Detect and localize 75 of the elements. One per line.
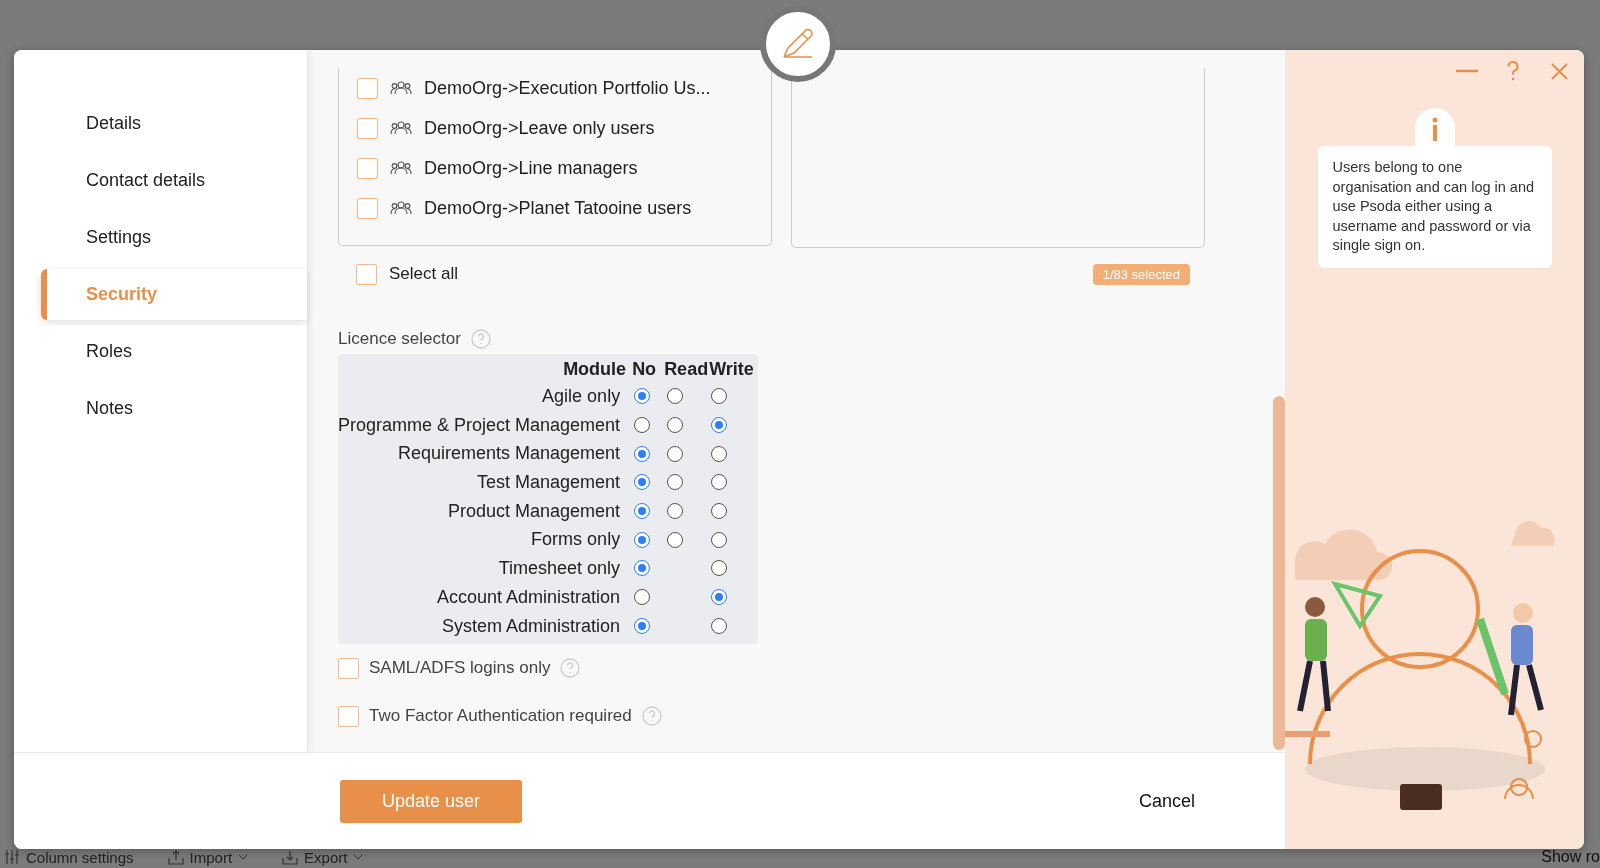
column-header: No bbox=[632, 357, 658, 381]
radio-button[interactable] bbox=[711, 560, 728, 577]
checkbox[interactable] bbox=[357, 157, 378, 179]
help-icon bbox=[1507, 61, 1519, 81]
radio-button[interactable] bbox=[667, 503, 684, 520]
chevron-down-icon bbox=[238, 854, 249, 860]
radio-button[interactable] bbox=[634, 503, 651, 520]
option-label: SAML/ADFS logins only bbox=[369, 658, 551, 679]
toolbar-button[interactable]: Import bbox=[189, 848, 233, 866]
module-name: Product Management bbox=[447, 499, 622, 523]
column-header: Module bbox=[562, 357, 628, 381]
radio-button[interactable] bbox=[667, 474, 684, 491]
column-header: Write bbox=[709, 357, 755, 381]
close-button[interactable] bbox=[1548, 60, 1570, 82]
module-name: Test Management bbox=[476, 471, 622, 495]
toolbar-button[interactable]: Export bbox=[304, 848, 348, 866]
radio-button[interactable] bbox=[634, 417, 651, 434]
radio-button[interactable] bbox=[667, 417, 684, 434]
checkbox[interactable] bbox=[357, 197, 378, 219]
radio-button[interactable] bbox=[634, 589, 651, 606]
radio-button[interactable] bbox=[634, 531, 651, 548]
show-rows-label: Show ro bbox=[1541, 848, 1600, 866]
users-icon bbox=[390, 201, 412, 215]
select-all-label: Select all bbox=[389, 264, 458, 284]
radio-button[interactable] bbox=[634, 388, 651, 405]
radio-button[interactable] bbox=[711, 589, 728, 606]
module-name: Forms only bbox=[530, 528, 622, 552]
group-name: DemoOrg->Execution Portfolio Us... bbox=[424, 77, 711, 99]
radio-button[interactable] bbox=[711, 503, 728, 520]
column-header: Read bbox=[664, 357, 709, 381]
download-icon[interactable] bbox=[282, 849, 299, 865]
chevron-down-icon bbox=[353, 854, 364, 860]
checkbox[interactable] bbox=[357, 117, 378, 139]
pencil-icon bbox=[781, 27, 815, 61]
module-name: Account Administration bbox=[436, 585, 622, 609]
module-name: Agile only bbox=[541, 385, 622, 408]
checkbox[interactable] bbox=[356, 263, 377, 285]
toolbar-button[interactable]: Column settings bbox=[26, 848, 134, 866]
info-text: Users belong to one organisation and can log in and use Psoda either using a username and password or via single sign on. bbox=[1317, 146, 1552, 268]
info-icon bbox=[1430, 117, 1439, 141]
upload-icon[interactable] bbox=[167, 849, 184, 865]
checkbox[interactable] bbox=[357, 77, 378, 99]
radio-button[interactable] bbox=[711, 474, 728, 491]
radio-button[interactable] bbox=[634, 560, 651, 577]
cancel-button[interactable]: Cancel bbox=[1132, 789, 1201, 813]
radio-button[interactable] bbox=[667, 531, 684, 548]
module-name: Requirements Management bbox=[397, 442, 622, 466]
radio-button[interactable] bbox=[711, 445, 728, 462]
module-name: Programme & Project Management bbox=[338, 413, 622, 437]
radio-button[interactable] bbox=[711, 388, 728, 405]
users-icon bbox=[390, 161, 412, 175]
sliders-icon[interactable] bbox=[4, 849, 20, 865]
radio-button[interactable] bbox=[711, 417, 728, 434]
radio-button[interactable] bbox=[667, 388, 684, 405]
module-name: System Administration bbox=[441, 614, 622, 638]
users-icon bbox=[390, 121, 412, 135]
licence-selector-label: Licence selector bbox=[338, 329, 461, 349]
option-label: Two Factor Authentication required bbox=[369, 706, 632, 727]
module-name: Timesheet only bbox=[497, 557, 622, 581]
radio-button[interactable] bbox=[711, 531, 728, 548]
minimize-icon bbox=[1456, 69, 1478, 73]
checkbox[interactable] bbox=[338, 657, 359, 679]
radio-button[interactable] bbox=[634, 445, 651, 462]
group-name: DemoOrg->Planet Tatooine users bbox=[424, 197, 692, 219]
group-name: DemoOrg->Line managers bbox=[424, 157, 638, 179]
radio-button[interactable] bbox=[634, 617, 651, 634]
radio-button[interactable] bbox=[634, 474, 651, 491]
radio-button[interactable] bbox=[711, 617, 728, 634]
group-name: DemoOrg->Leave only users bbox=[424, 117, 655, 139]
scrollbar-thumb[interactable] bbox=[1273, 396, 1285, 750]
checkbox[interactable] bbox=[338, 705, 359, 727]
selected-count-badge: 1/83 selected bbox=[1092, 263, 1190, 285]
radio-button[interactable] bbox=[667, 445, 684, 462]
close-icon bbox=[1550, 62, 1568, 80]
users-icon bbox=[390, 81, 412, 95]
